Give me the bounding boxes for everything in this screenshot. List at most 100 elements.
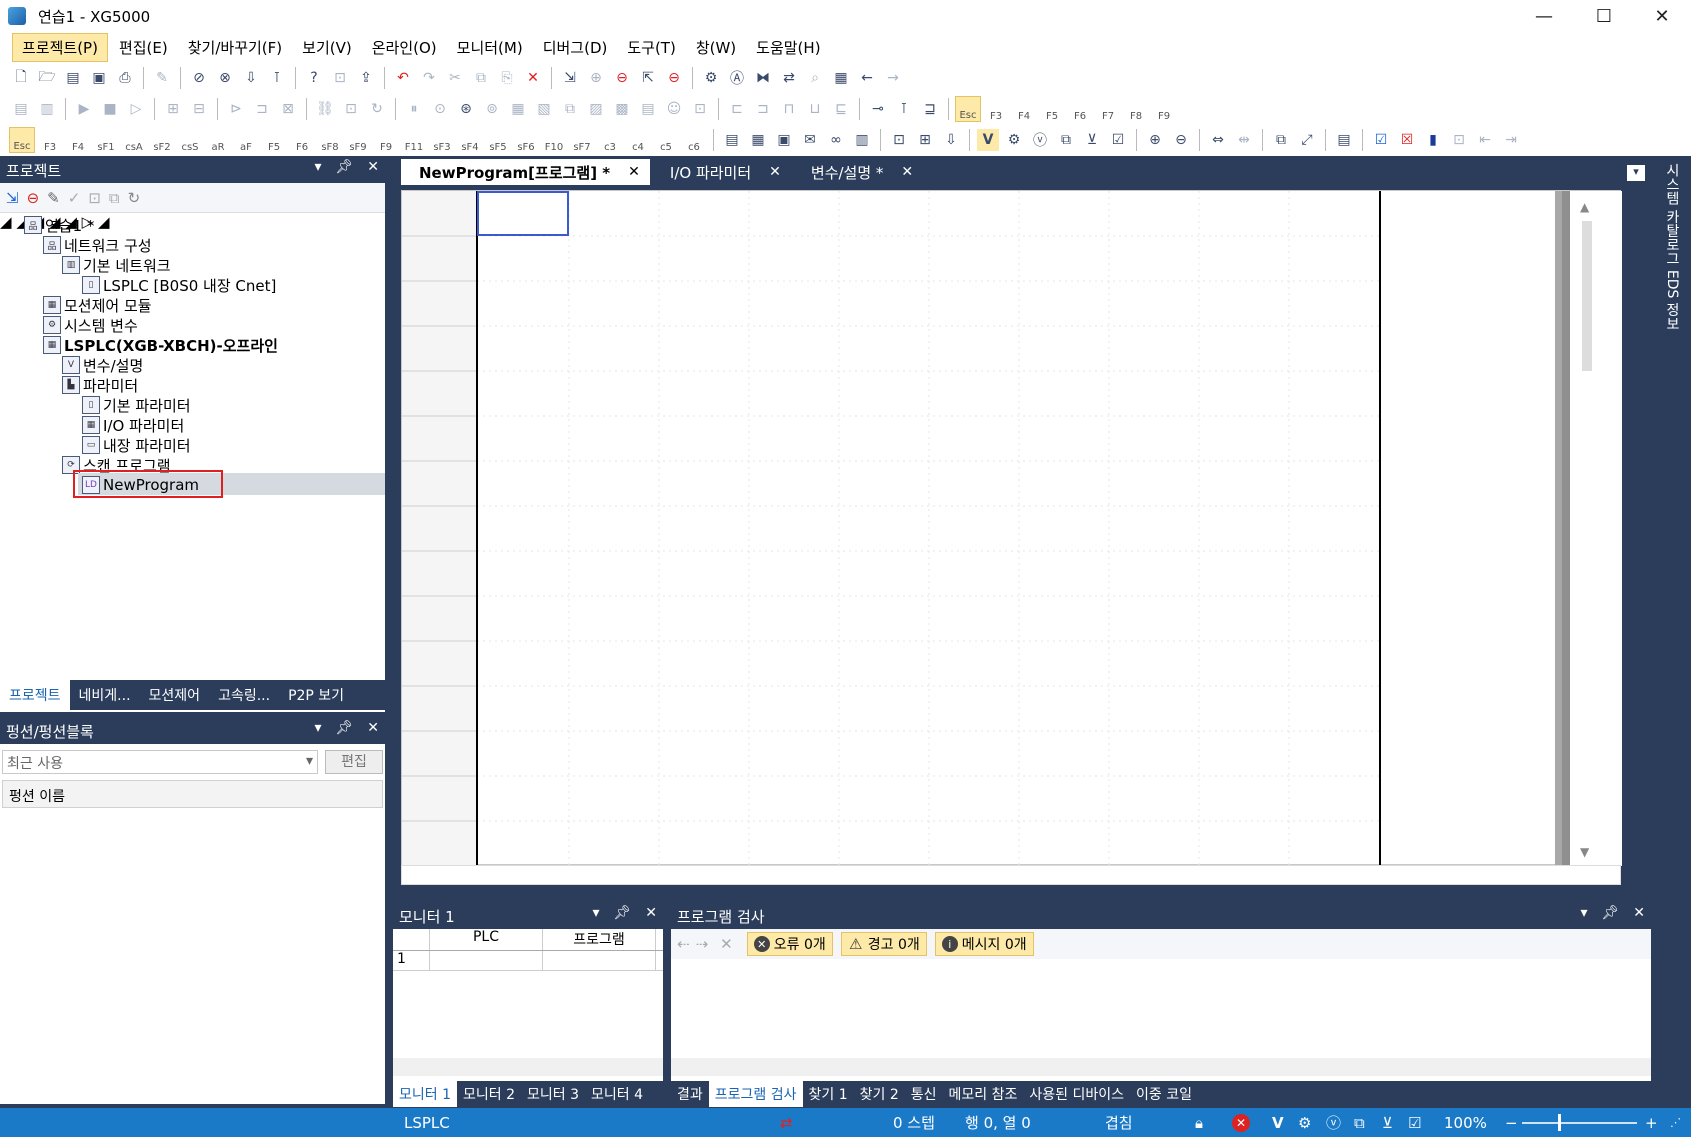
link-icon[interactable]: ⛓ [314, 98, 336, 120]
ladder-coil-set[interactable]: sF3 [429, 127, 455, 153]
cascade-icon[interactable]: ⧉ [1270, 129, 1292, 151]
pause-icon[interactable]: ⏸ [403, 98, 425, 120]
diagnose-icon[interactable]: ⊡ [689, 98, 711, 120]
tab-newprogram[interactable]: NewProgram[프로그램] * ✕ [401, 159, 650, 185]
function-name-column-header[interactable]: 펑션 이름 [2, 780, 383, 808]
system-catalog-eds-tab[interactable]: 시스템 카탈로그 EDS 정보 [1662, 163, 1682, 331]
split-icon[interactable]: ⊔ [804, 98, 826, 120]
delete-line-icon[interactable]: ⊖ [611, 67, 633, 89]
tree-item-newprogram[interactable]: LD NewProgram [82, 475, 199, 495]
recent-use-combo[interactable]: 최근 사용 ▾ [2, 750, 318, 774]
add-item-icon[interactable]: ⇲ [6, 189, 19, 207]
ladder-contact-p[interactable]: sF1 [93, 127, 119, 153]
wrench-icon[interactable]: ✎ [151, 67, 173, 89]
maximize-button[interactable]: ☐ [1575, 0, 1633, 32]
panel-close-icon[interactable]: ✕ [367, 720, 379, 736]
fkey-esc[interactable]: Esc [955, 95, 981, 122]
close-button[interactable]: ✕ [1633, 0, 1691, 32]
pin-icon[interactable]: 📌︎ [335, 159, 353, 175]
warnings-filter[interactable]: ⚠ 경고 0개 [840, 932, 927, 956]
expand-toggle-icon[interactable]: ◢ [0, 213, 12, 231]
ladder-c3[interactable]: c3 [597, 127, 623, 153]
menu-edit[interactable]: 편집(E) [110, 34, 177, 61]
zoom-out-icon[interactable]: ⊖ [1170, 129, 1192, 151]
ladder-coil-reset[interactable]: sF4 [457, 127, 483, 153]
insert-contact-icon[interactable]: ⊸ [867, 98, 889, 120]
check-box-icon[interactable]: ☑ [1107, 129, 1129, 151]
menu-debug[interactable]: 디버그(D) [534, 34, 617, 61]
clear-results-icon[interactable]: ✕ [720, 935, 733, 953]
grid-icon[interactable]: ▦ [830, 67, 852, 89]
refresh-icon[interactable]: ↻ [366, 98, 388, 120]
ladder-contact-csa[interactable]: csA [121, 127, 147, 153]
bookmark-clear-icon[interactable]: ⊡ [1448, 129, 1470, 151]
insert-cell-icon[interactable]: ⊕ [585, 67, 607, 89]
delete-rung-icon[interactable]: ⊖ [663, 67, 685, 89]
fkey-f5[interactable]: F5 [1039, 96, 1065, 122]
pin-icon[interactable]: 📌︎ [335, 720, 353, 736]
copy-item-icon[interactable]: ⧉ [109, 189, 120, 207]
fullscreen-icon[interactable]: ⤢ [1296, 129, 1318, 151]
tab-project[interactable]: 프로젝트 [0, 680, 70, 710]
edit-button[interactable]: 편집 [325, 750, 383, 774]
search-icon[interactable]: Ⓐ [726, 67, 748, 89]
page-icon[interactable]: ⊡ [888, 129, 910, 151]
menu-view[interactable]: 보기(V) [293, 34, 361, 61]
device-monitor-icon[interactable]: ▧ [533, 98, 555, 120]
program-column-header[interactable]: 프로그램 [543, 929, 656, 950]
ladder-function-block[interactable]: sF7 [569, 127, 595, 153]
fkey-f7[interactable]: F7 [1095, 96, 1121, 122]
help-icon[interactable]: ? [303, 67, 325, 89]
tab-variables[interactable]: 변수/설명 * ✕ [793, 159, 923, 185]
step-icon[interactable]: ⊙ [429, 98, 451, 120]
ladder-contact-af[interactable]: aF [233, 127, 259, 153]
scroll-thumb[interactable] [1582, 221, 1592, 371]
ladder-vline[interactable]: F6 [289, 127, 315, 153]
panel-dropdown-icon[interactable]: ▾ [1580, 905, 1587, 921]
zoom-out-button[interactable]: − [1505, 1114, 1518, 1132]
menu-online[interactable]: 온라인(O) [363, 34, 446, 61]
tab-monitor-4[interactable]: 모니터 4 [585, 1081, 649, 1107]
lock-icon[interactable]: ⊡ [88, 189, 101, 207]
ladder-c4[interactable]: c4 [625, 127, 651, 153]
layout-icon[interactable]: ⊐ [752, 98, 774, 120]
zoom-in-icon[interactable]: ⊕ [1144, 129, 1166, 151]
menu-tools[interactable]: 도구(T) [618, 34, 684, 61]
fkey-f6[interactable]: F6 [1067, 96, 1093, 122]
stop-icon[interactable]: ■ [99, 98, 121, 120]
panel-dropdown-icon[interactable]: ▾ [314, 720, 321, 736]
tab-communication[interactable]: 통신 [905, 1081, 943, 1107]
comment-status-icon[interactable]: ⊻ [1382, 1114, 1393, 1132]
bookmark-icon[interactable]: ▮ [1422, 129, 1444, 151]
breakpoint-icon[interactable]: ⊛ [455, 98, 477, 120]
fkey-f4[interactable]: F4 [1011, 96, 1037, 122]
copy-icon[interactable]: ⧉ [470, 67, 492, 89]
tab-program-check[interactable]: 프로그램 검사 [708, 1081, 803, 1107]
table-icon[interactable]: ▤ [637, 98, 659, 120]
ladder-select-tool[interactable]: Esc [9, 127, 35, 153]
panel-close-icon[interactable]: ✕ [367, 159, 379, 175]
ladder-c5[interactable]: c5 [653, 127, 679, 153]
program-check-horizontal-scrollbar[interactable] [671, 1058, 1651, 1076]
print-icon[interactable]: ⎙ [114, 67, 136, 89]
variable-comment-icon[interactable]: ⊻ [1081, 129, 1103, 151]
help-context-icon[interactable]: ⊡ [329, 67, 351, 89]
tree-item-basic-parameter[interactable]: ▯ 기본 파라미터 [82, 395, 191, 415]
online-mode-icon[interactable]: ▤ [10, 98, 32, 120]
monitor-stop-icon[interactable]: ⊠ [277, 98, 299, 120]
trend-icon[interactable]: ▦ [507, 98, 529, 120]
tab-list-dropdown-icon[interactable]: ▾ [1627, 165, 1645, 181]
tree-item-motion-module[interactable]: ▦ 모션제어 모듈 [43, 295, 152, 315]
tab-close-icon[interactable]: ✕ [628, 164, 640, 180]
error-status-icon[interactable]: ✕ [1232, 1113, 1250, 1132]
tab-p2p-view[interactable]: P2P 보기 [279, 680, 353, 710]
system-monitor-icon[interactable]: ⧉ [559, 98, 581, 120]
scroll-down-icon[interactable]: ▼ [1580, 845, 1590, 859]
tree-item-plc[interactable]: ▦ LSPLC(XGB-XBCH)-오프라인 [43, 335, 278, 355]
list-view-icon[interactable]: ▤ [1333, 129, 1355, 151]
resize-grip-icon[interactable]: ⋰ [1670, 1116, 1681, 1129]
monitor-start-icon[interactable]: ⊳ [225, 98, 247, 120]
monitor-pause-icon[interactable]: ⊐ [251, 98, 273, 120]
tab-navigation[interactable]: 네비게... [70, 680, 140, 710]
tree-item-io-parameter[interactable]: ▦ I/O 파라미터 [82, 415, 184, 435]
